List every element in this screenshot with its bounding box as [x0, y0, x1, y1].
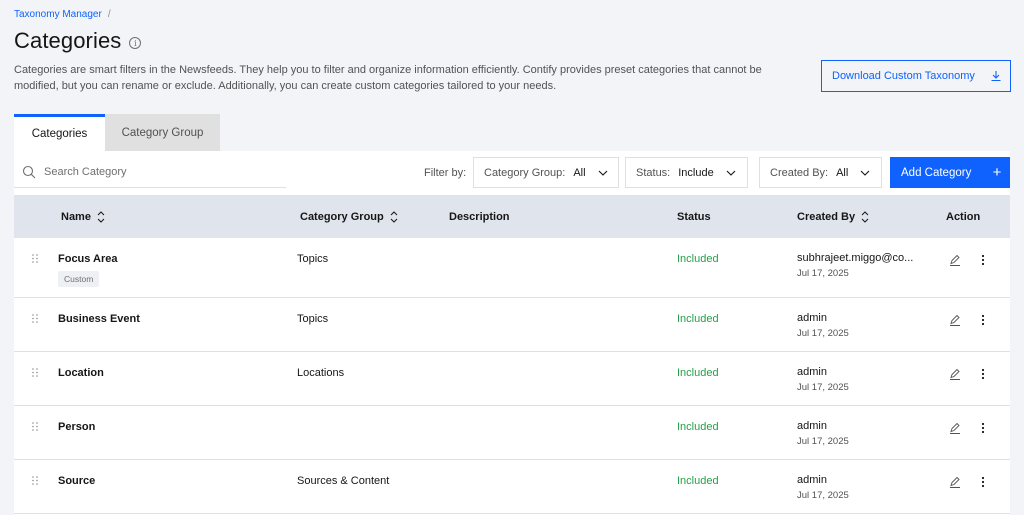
created-by-cell: admin — [797, 474, 827, 486]
category-name[interactable]: Business Event — [58, 313, 140, 325]
overflow-menu-icon[interactable] — [981, 254, 985, 266]
table-row[interactable]: Source Sources & Content Included admin … — [14, 460, 1010, 514]
search-box — [14, 157, 286, 188]
created-by-cell: admin — [797, 366, 827, 378]
table-row[interactable]: Location Locations Included admin Jul 17… — [14, 352, 1010, 406]
categories-panel: Filter by: Category Group: All Status: I… — [14, 151, 1010, 515]
edit-icon[interactable] — [949, 368, 961, 380]
drag-handle-icon[interactable] — [32, 476, 40, 485]
column-header-name[interactable]: Name — [61, 195, 105, 238]
category-name[interactable]: Location — [58, 367, 104, 379]
download-button-label: Download Custom Taxonomy — [832, 70, 975, 82]
tabs: Categories Category Group — [14, 114, 220, 151]
table-row[interactable]: Business Event Topics Included admin Jul… — [14, 298, 1010, 352]
category-name[interactable]: Source — [58, 475, 95, 487]
overflow-menu-icon[interactable] — [981, 314, 985, 326]
column-header-status: Status — [677, 195, 711, 238]
overflow-menu-icon[interactable] — [981, 422, 985, 434]
column-header-created-by[interactable]: Created By — [797, 195, 869, 238]
table-row[interactable]: Focus Area Custom Topics Included subhra… — [14, 238, 1010, 298]
drag-handle-icon[interactable] — [32, 422, 40, 431]
drag-handle-icon[interactable] — [32, 314, 40, 323]
category-name[interactable]: Focus Area — [58, 253, 118, 265]
overflow-menu-icon[interactable] — [981, 476, 985, 488]
drag-handle-icon[interactable] — [32, 254, 40, 263]
breadcrumb-taxonomy-manager[interactable]: Taxonomy Manager — [14, 9, 102, 20]
created-date-cell: Jul 17, 2025 — [797, 328, 849, 339]
sort-icon[interactable] — [390, 210, 398, 223]
created-by-cell: admin — [797, 312, 827, 324]
edit-icon[interactable] — [949, 422, 961, 434]
filter-value-created-by: All — [836, 166, 849, 179]
sort-icon[interactable] — [861, 210, 869, 223]
filter-value-status: Include — [678, 166, 714, 179]
column-header-description: Description — [449, 195, 510, 238]
created-date-cell: Jul 17, 2025 — [797, 268, 849, 279]
column-header-label: Action — [946, 210, 981, 223]
tab-category-group[interactable]: Category Group — [105, 114, 220, 151]
column-header-label: Status — [677, 210, 711, 223]
status-cell: Included — [677, 253, 719, 265]
category-group-cell: Topics — [297, 313, 329, 325]
status-cell: Included — [677, 367, 719, 379]
created-date-cell: Jul 17, 2025 — [797, 490, 849, 501]
filter-by-label: Filter by: — [424, 167, 467, 179]
chevron-down-icon — [598, 170, 608, 176]
filter-value-category-group: All — [573, 166, 586, 179]
column-header-label: Name — [61, 210, 91, 223]
download-custom-taxonomy-button[interactable]: Download Custom Taxonomy — [821, 60, 1011, 92]
add-category-button[interactable]: Add Category + — [890, 157, 1010, 188]
filter-label-status: Status: — [636, 166, 671, 179]
category-group-cell: Locations — [297, 367, 345, 379]
column-header-label: Category Group — [300, 210, 384, 223]
filter-label-category-group: Category Group: — [484, 166, 566, 179]
column-header-category-group[interactable]: Category Group — [300, 195, 398, 238]
status-cell: Included — [677, 313, 719, 325]
column-header-action: Action — [946, 195, 980, 238]
page-title: Categories — [14, 28, 122, 53]
add-category-label: Add Category — [901, 166, 972, 179]
chevron-down-icon — [726, 170, 736, 176]
column-header-label: Created By — [797, 210, 856, 223]
created-date-cell: Jul 17, 2025 — [797, 436, 849, 447]
edit-icon[interactable] — [949, 476, 961, 488]
created-by-cell: admin — [797, 420, 827, 432]
overflow-menu-icon[interactable] — [981, 368, 985, 380]
created-by-filter[interactable]: Created By: All — [759, 157, 882, 188]
category-group-cell: Topics — [297, 253, 329, 265]
status-cell: Included — [677, 421, 719, 433]
column-header-label: Description — [449, 210, 510, 223]
custom-tag: Custom — [58, 271, 100, 287]
title-row: Categories i — [14, 28, 142, 54]
breadcrumb: Taxonomy Manager / — [14, 9, 111, 20]
created-by-cell: subhrajeet.miggo@co... — [797, 252, 914, 264]
category-group-filter[interactable]: Category Group: All — [473, 157, 619, 188]
drag-handle-icon[interactable] — [32, 368, 40, 377]
categories-table: Name Category Group Description Status C… — [14, 195, 1010, 514]
category-name[interactable]: Person — [58, 421, 95, 433]
plus-icon: + — [992, 164, 1002, 181]
sort-icon[interactable] — [97, 210, 105, 223]
edit-icon[interactable] — [949, 254, 961, 266]
download-icon — [982, 70, 1010, 82]
category-group-cell: Sources & Content — [297, 475, 390, 487]
filter-label-created-by: Created By: — [770, 166, 829, 179]
table-row[interactable]: Person Included admin Jul 17, 2025 — [14, 406, 1010, 460]
tab-categories[interactable]: Categories — [14, 114, 105, 151]
page-description: Categories are smart filters in the News… — [14, 64, 762, 92]
status-filter[interactable]: Status: Include — [625, 157, 748, 188]
search-input[interactable] — [44, 166, 264, 178]
chevron-down-icon — [860, 170, 870, 176]
status-cell: Included — [677, 475, 719, 487]
created-date-cell: Jul 17, 2025 — [797, 382, 849, 393]
search-icon — [22, 165, 36, 179]
table-header: Name Category Group Description Status C… — [14, 195, 1010, 238]
breadcrumb-separator: / — [107, 9, 111, 20]
info-icon[interactable]: i — [129, 37, 142, 49]
edit-icon[interactable] — [949, 314, 961, 326]
